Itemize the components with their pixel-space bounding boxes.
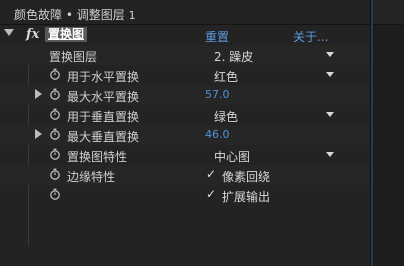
param-label: 用于水平置换 (67, 70, 140, 84)
fx-toggle-icon[interactable]: fx (26, 27, 39, 42)
stopwatch-icon[interactable] (49, 188, 61, 200)
dropdown-value: 2. 躁皮 (214, 50, 254, 64)
max-horizontal-value[interactable]: 57.0 (205, 88, 230, 101)
stopwatch-icon[interactable] (49, 128, 61, 140)
layer-index: 1 (128, 9, 136, 22)
chevron-down-icon (326, 152, 334, 157)
dropdown-value: 红色 (214, 70, 239, 84)
expand-output-checkbox[interactable]: ✓ (206, 188, 218, 200)
max-vertical-value[interactable]: 46.0 (205, 128, 230, 141)
adjacent-panel-header[interactable] (371, 0, 404, 25)
param-label: 最大垂直置换 (67, 130, 140, 144)
stopwatch-icon[interactable] (49, 108, 61, 120)
adjacent-panel (371, 0, 404, 266)
param-row-max-horizontal: 最大水平置换 57.0 (0, 85, 370, 105)
param-row-map-layer: 置换图层 2. 躁皮 (0, 45, 370, 65)
stopwatch-icon[interactable] (49, 148, 61, 160)
param-label: 置换图特性 (67, 150, 128, 164)
param-row-use-horizontal: 用于水平置换 红色 (0, 65, 370, 85)
use-horizontal-dropdown[interactable]: 红色 (208, 66, 338, 84)
tab-separator: • (65, 8, 73, 22)
reset-link[interactable]: 重置 (205, 28, 229, 45)
param-row-use-vertical: 用于垂直置换 绿色 (0, 105, 370, 125)
map-layer-dropdown[interactable]: 2. 躁皮 (208, 46, 338, 64)
wrap-pixels-label[interactable]: 像素回绕 (222, 168, 270, 185)
dropdown-value: 中心图 (214, 150, 251, 164)
map-behavior-dropdown[interactable]: 中心图 (208, 146, 338, 164)
param-label: 边缘特性 (67, 170, 116, 184)
panel-name: 颜色故障 (14, 8, 63, 22)
param-row-edge-behavior: 边缘特性 ✓ 像素回绕 (0, 165, 370, 185)
effect-name[interactable]: 置换图 (45, 27, 88, 42)
chevron-down-icon (326, 72, 334, 77)
chevron-down-icon (326, 52, 334, 57)
expand-output-label[interactable]: 扩展输出 (222, 188, 270, 205)
param-row-expand-output: ✓ 扩展输出 (0, 185, 370, 205)
stopwatch-icon[interactable] (49, 68, 61, 80)
wrap-pixels-checkbox[interactable]: ✓ (206, 168, 218, 180)
param-row-map-behavior: 置换图特性 中心图 (0, 145, 370, 165)
adjacent-panel-edge (371, 0, 373, 266)
chevron-down-icon (326, 112, 334, 117)
dropdown-value: 绿色 (214, 110, 239, 124)
use-vertical-dropdown[interactable]: 绿色 (208, 106, 338, 124)
param-row-max-vertical: 最大垂直置换 46.0 (0, 125, 370, 145)
layer-name: 调整图层 (76, 8, 125, 22)
expand-triangle-icon[interactable] (4, 29, 14, 36)
stopwatch-icon[interactable] (49, 88, 61, 100)
param-label: 最大水平置换 (67, 90, 140, 104)
about-link[interactable]: 关于... (293, 28, 328, 45)
expand-triangle-icon[interactable] (35, 89, 42, 99)
param-label: 置换图层 (49, 50, 98, 64)
effect-controls-tab[interactable]: 颜色故障 • 调整图层 1 (0, 0, 370, 25)
param-label: 用于垂直置换 (67, 110, 140, 124)
effect-header-row: fx 置换图 重置 关于... (0, 25, 370, 45)
expand-triangle-icon[interactable] (35, 129, 42, 139)
stopwatch-icon[interactable] (49, 168, 61, 180)
